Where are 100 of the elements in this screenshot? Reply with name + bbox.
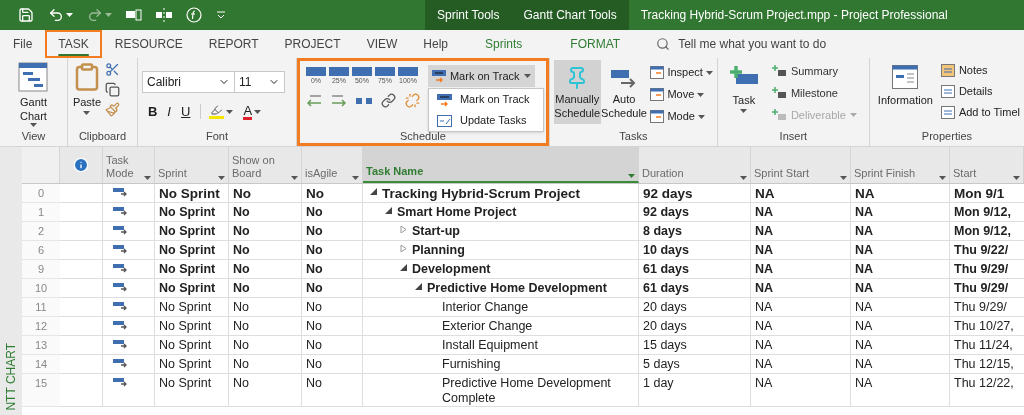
property-button[interactable]: Add to Timel	[940, 104, 1020, 121]
caret-icon	[218, 176, 225, 180]
task-mode-icon	[113, 244, 129, 254]
caret-icon	[291, 176, 298, 180]
ribbon-tab[interactable]: Help	[410, 30, 461, 58]
table-cell: No Sprint	[155, 241, 229, 260]
caret-icon	[352, 176, 359, 180]
task-tool-button[interactable]: Move	[650, 86, 713, 103]
ribbon-tab[interactable]: VIEW	[353, 30, 411, 58]
insert-task-button[interactable]: Task	[721, 62, 766, 113]
expand-icon[interactable]	[399, 245, 407, 252]
table-cell: NA	[751, 355, 851, 374]
row-number: 0	[22, 184, 60, 203]
save-icon[interactable]	[18, 7, 34, 23]
bold-button[interactable]: B	[147, 102, 158, 122]
row-number: 14	[22, 355, 60, 374]
copy-icon[interactable]	[105, 82, 120, 97]
insert-item-button[interactable]: Summary	[771, 62, 857, 80]
collapse-icon[interactable]	[369, 188, 377, 195]
column-header[interactable]: Duration	[639, 147, 751, 183]
table-cell: No	[302, 184, 363, 203]
group-label: Insert	[778, 128, 809, 144]
task-tool-button[interactable]: Inspect	[650, 64, 713, 81]
customize-icon[interactable]	[216, 11, 226, 19]
manually-schedule-button[interactable]: Manually Schedule	[553, 60, 601, 124]
collapse-icon[interactable]	[414, 283, 422, 290]
ribbon-tab[interactable]: RESOURCE	[101, 30, 196, 58]
underline-button[interactable]: U	[181, 102, 191, 122]
font-name-dropdown[interactable]: Calibri	[141, 71, 235, 93]
column-header[interactable]: Start	[950, 147, 1024, 183]
table-cell: NA	[851, 241, 950, 260]
table-cell: NA	[751, 184, 851, 203]
property-button[interactable]: Notes	[940, 62, 1020, 79]
font-size-dropdown[interactable]: 11	[234, 71, 285, 93]
caret-icon	[740, 108, 748, 113]
information-button[interactable]: Information	[873, 62, 937, 109]
formula-icon[interactable]	[186, 7, 202, 23]
gantt-chart-button[interactable]: Gantt Chart	[4, 62, 63, 127]
auto-schedule-button[interactable]: Auto Schedule	[600, 60, 648, 124]
table-cell: 8 days	[639, 222, 751, 241]
task-name: Tracking Hybrid-Scrum Project	[382, 186, 581, 201]
table-cell: No Sprint	[155, 298, 229, 317]
property-button[interactable]: Details	[940, 83, 1020, 100]
task-mode-icon	[113, 377, 129, 387]
caret-icon	[226, 109, 234, 114]
font-color-button[interactable]: A	[243, 103, 253, 120]
indent-icon[interactable]	[330, 93, 347, 108]
column-header[interactable]: Sprint	[155, 147, 229, 183]
undo-icon[interactable]	[48, 7, 64, 23]
ribbon-tab[interactable]: FORMAT	[546, 30, 645, 58]
cut-icon[interactable]	[105, 62, 120, 77]
table-cell: Mon 9/12,	[950, 222, 1024, 241]
insert-item-button[interactable]: Milestone	[771, 84, 857, 102]
ribbon-tab[interactable]: File	[0, 30, 46, 58]
redo-icon[interactable]	[87, 7, 103, 23]
task-tool-icon	[650, 110, 665, 123]
column-header[interactable]: Sprint Finish	[851, 147, 950, 183]
column-header[interactable]: Show on Board	[229, 147, 302, 183]
table-cell: No Sprint	[155, 203, 229, 222]
ribbon-tab[interactable]: REPORT	[195, 30, 272, 58]
expand-icon[interactable]	[399, 226, 407, 233]
table-cell: No	[229, 374, 302, 407]
menu-item[interactable]: Mark on Track	[428, 89, 543, 110]
table-cell: 5 days	[639, 355, 751, 374]
column-header[interactable]: Sprint Start	[751, 147, 851, 183]
task-mode-icon	[113, 358, 129, 368]
table-cell: Thu 9/22/	[950, 241, 1024, 260]
task-mode-icon	[113, 282, 129, 292]
task-mode-icon	[113, 339, 129, 349]
table-cell: No	[302, 260, 363, 279]
collapse-icon[interactable]	[384, 207, 392, 214]
menu-item[interactable]: Update Tasks	[428, 110, 543, 131]
table-cell: Thu 9/29/	[950, 298, 1024, 317]
table-cell: No Sprint	[155, 355, 229, 374]
link-icon[interactable]	[380, 93, 396, 108]
table-cell: 20 days	[639, 317, 751, 336]
insert-item-icon	[771, 64, 787, 78]
outdent-icon[interactable]	[305, 93, 322, 108]
view-icon[interactable]	[126, 8, 142, 22]
table-cell: NA	[851, 317, 950, 336]
search-field[interactable]: Tell me what you want to do	[678, 35, 879, 53]
ribbon-tab[interactable]: TASK	[45, 30, 102, 58]
caret-icon	[66, 13, 73, 17]
task-name: Predictive Home Development Complete	[442, 376, 612, 406]
italic-button[interactable]: I	[167, 102, 171, 122]
row-number: 12	[22, 317, 60, 336]
caret-icon	[740, 176, 747, 180]
task-tool-button[interactable]: Mode	[650, 108, 713, 125]
collapse-icon[interactable]	[399, 264, 407, 271]
highlight-color-icon[interactable]	[209, 104, 225, 120]
ribbon-tab[interactable]: Sprints	[461, 30, 547, 58]
ribbon-tab[interactable]: PROJECT	[271, 30, 354, 58]
table-cell: No	[229, 203, 302, 222]
mark-on-track-icon	[431, 69, 446, 83]
column-header[interactable]: Task Mode	[103, 147, 155, 183]
split-icon[interactable]	[156, 8, 172, 22]
table-cell: Thu 12/15,	[950, 355, 1024, 374]
table-cell: No Sprint	[155, 184, 229, 203]
mark-on-track-button[interactable]: Mark on Track	[427, 65, 535, 87]
paste-button[interactable]: Paste	[72, 62, 102, 115]
